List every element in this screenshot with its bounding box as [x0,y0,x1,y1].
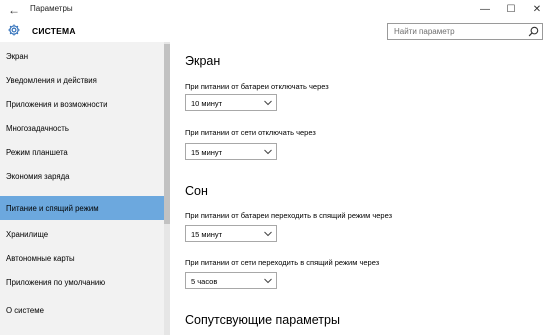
dropdown-value: 5 часов [191,277,218,286]
main-content: Экран При питании от батареи отключать ч… [170,42,550,335]
close-button[interactable]: ✕ [524,0,550,20]
sleep-plugged-label: При питании от сети переходить в спящий … [185,258,380,267]
sleep-battery-label: При питании от батареи переходить в спящ… [185,211,393,220]
maximize-button[interactable]: ☐ [498,0,524,20]
sidebar-item-apps[interactable]: Приложения и возможности [0,92,164,116]
section-title-related: Сопутсвующие параметры [185,313,340,327]
screen-plugged-dropdown[interactable]: 15 минут [185,143,277,160]
sidebar-item-label: Экран [6,52,28,61]
sidebar-item-default-apps[interactable]: Приложения по умолчанию [0,270,164,294]
sidebar-item-power-sleep[interactable]: Питание и спящий режим [0,196,164,220]
search-input[interactable]: Найти параметр [387,23,543,40]
search-icon[interactable] [528,26,539,37]
sidebar-item-label: Многозадачность [6,124,69,133]
screen-battery-dropdown[interactable]: 10 минут [185,94,277,111]
search-placeholder: Найти параметр [394,27,455,36]
title-bar: ← Параметры — ☐ ✕ [0,0,550,20]
sidebar-item-battery-saver[interactable]: Экономия заряда [0,164,164,188]
sidebar-item-multitasking[interactable]: Многозадачность [0,116,164,140]
sidebar-item-storage[interactable]: Хранилище [0,222,164,246]
sidebar-item-label: Питание и спящий режим [6,204,99,213]
sidebar-item-notifications[interactable]: Уведомления и действия [0,68,164,92]
dropdown-value: 10 минут [191,99,223,108]
sidebar-item-label: Экономия заряда [6,172,70,181]
sidebar-item-label: О системе [6,306,44,315]
dropdown-value: 15 минут [191,148,223,157]
back-arrow-icon[interactable]: ← [6,2,22,18]
sidebar: Экран Уведомления и действия Приложения … [0,42,164,335]
screen-battery-label: При питании от батареи отключать через [185,82,329,91]
dropdown-value: 15 минут [191,230,223,239]
chevron-down-icon [264,149,272,155]
sidebar-item-offline-maps[interactable]: Автономные карты [0,246,164,270]
chevron-down-icon [264,100,272,106]
sidebar-item-label: Автономные карты [6,254,75,263]
screen-plugged-label: При питании от сети отключать через [185,128,316,137]
sidebar-item-label: Приложения и возможности [6,100,108,109]
sleep-plugged-dropdown[interactable]: 5 часов [185,272,277,289]
sidebar-item-label: Хранилище [6,230,49,239]
sidebar-item-tablet-mode[interactable]: Режим планшета [0,140,164,164]
chevron-down-icon [264,231,272,237]
window-title: Параметры [30,4,73,13]
gear-icon [8,24,20,36]
section-title-screen: Экран [185,54,221,68]
chevron-down-icon [264,278,272,284]
sidebar-item-screen[interactable]: Экран [0,44,164,68]
minimize-button[interactable]: — [472,0,498,20]
page-title: СИСТЕМА [32,26,76,36]
sleep-battery-dropdown[interactable]: 15 минут [185,225,277,242]
sidebar-item-label: Приложения по умолчанию [6,278,106,287]
sidebar-item-label: Режим планшета [6,148,68,157]
sidebar-item-label: Уведомления и действия [6,76,97,85]
settings-header: СИСТЕМА Найти параметр [0,20,550,42]
sidebar-item-about[interactable]: О системе [0,298,164,322]
section-title-sleep: Сон [185,184,208,198]
